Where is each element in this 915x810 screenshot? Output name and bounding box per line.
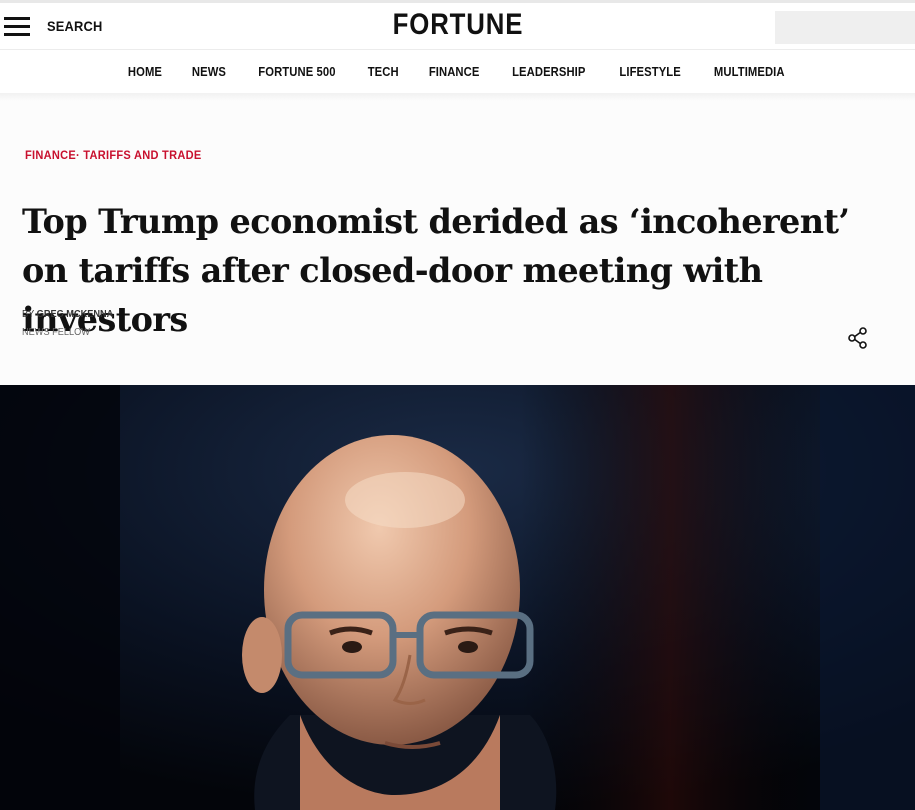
article-category: FINANCE· TARIFFS AND TRADE — [25, 148, 201, 162]
nav-item-lifestyle[interactable]: LIFESTYLE — [619, 65, 680, 79]
nav-item-fortune-500[interactable]: FORTUNE 500 — [258, 65, 335, 79]
nav-item-leadership[interactable]: LEADERSHIP — [513, 65, 586, 79]
site-header: SEARCH FORTUNE — [0, 3, 915, 49]
category-link-tariffs[interactable]: TARIFFS AND TRADE — [83, 148, 201, 162]
byline-prefix: BY — [22, 309, 37, 320]
article-hero-photo — [0, 385, 915, 810]
article-headline: Top Trump economist derided as ‘incohere… — [22, 202, 850, 339]
article-header: FINANCE· TARIFFS AND TRADE Top Trump eco… — [0, 101, 915, 385]
share-icon[interactable] — [846, 326, 870, 350]
nav-item-multimedia[interactable]: MULTIMEDIA — [714, 65, 785, 79]
author-link[interactable]: GREG MCKENNA — [37, 309, 114, 320]
article-byline: BY GREG MCKENNA — [22, 309, 113, 320]
nav-item-tech[interactable]: TECH — [368, 65, 399, 79]
author-role: NEWS FELLOW — [22, 327, 90, 338]
nav-item-news[interactable]: NEWS — [192, 65, 226, 79]
nav-shadow — [0, 93, 915, 101]
nav-item-finance[interactable]: FINANCE — [429, 65, 480, 79]
header-ad-slot — [775, 11, 915, 44]
nav-item-home[interactable]: HOME — [128, 65, 162, 79]
main-navigation: HOME NEWS FORTUNE 500 TECH FINANCE LEADE… — [0, 50, 915, 94]
category-link-finance[interactable]: FINANCE — [25, 148, 76, 162]
